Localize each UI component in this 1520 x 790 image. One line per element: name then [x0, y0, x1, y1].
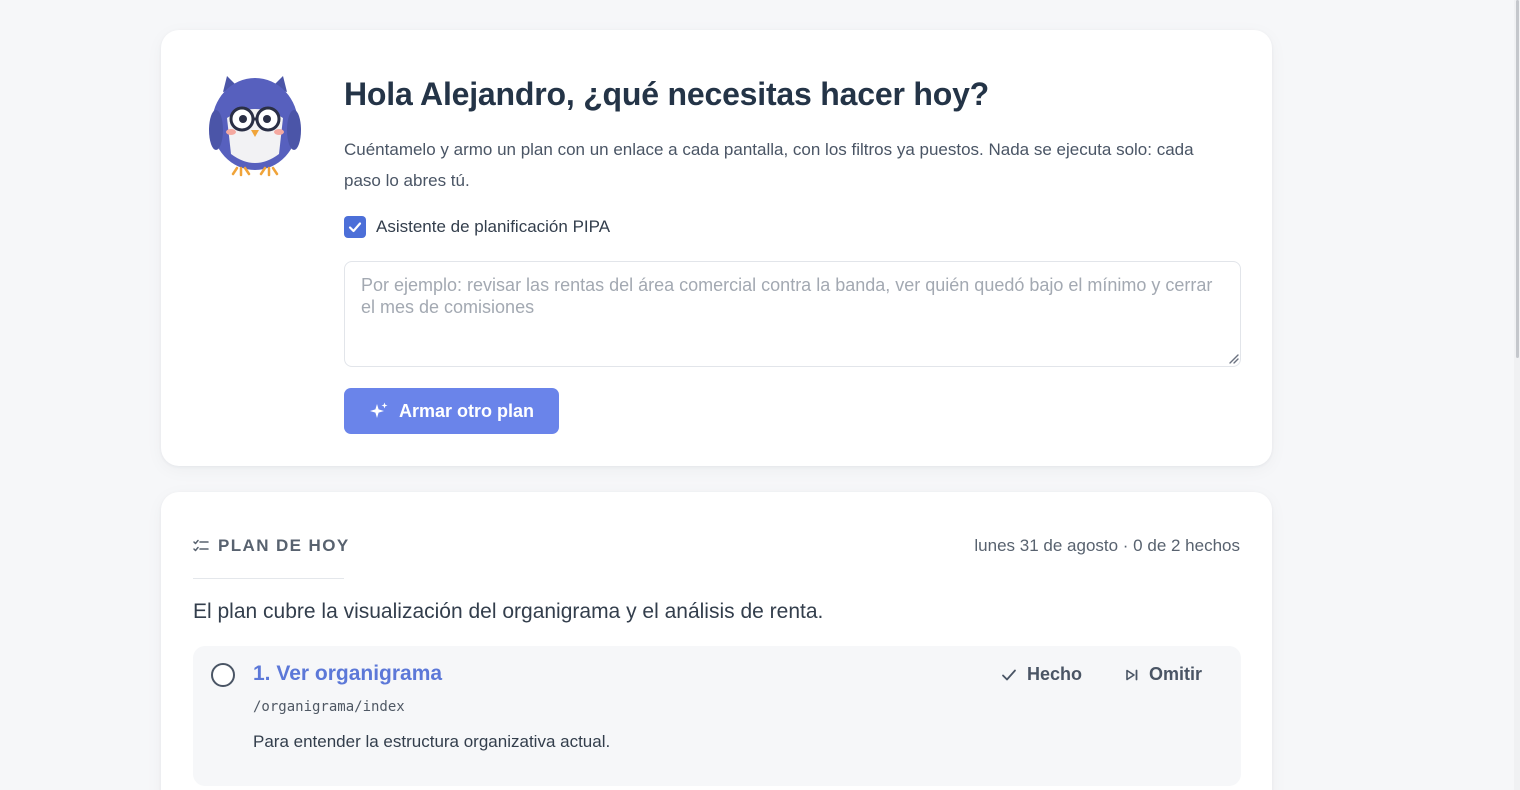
skip-step-button[interactable]: Omitir — [1125, 664, 1202, 685]
planner-card: Hola Alejandro, ¿qué necesitas hacer hoy… — [161, 30, 1272, 466]
greeting-description: Cuéntamelo y armo un plan con un enlace … — [344, 140, 1194, 190]
skip-forward-icon — [1126, 669, 1138, 680]
plan-title-divider — [193, 578, 344, 579]
checklist-icon — [193, 539, 209, 552]
resize-grip-icon[interactable] — [1227, 352, 1239, 364]
step-description: Para entender la estructura organizativa… — [253, 732, 611, 751]
checkmark-icon — [348, 222, 362, 233]
plan-step: 1. Ver organigrama /organigrama/index Pa… — [193, 646, 1241, 786]
plan-card: PLAN DE HOY lunes 31 de agosto · 0 de 2 … — [161, 492, 1272, 790]
mark-done-label: Hecho — [1027, 664, 1083, 684]
assistant-label: Asistente de planificación PIPA — [376, 217, 611, 236]
scrollbar-thumb[interactable] — [1516, 0, 1519, 358]
build-plan-button[interactable]: Armar otro plan — [344, 388, 559, 434]
greeting-title: Hola Alejandro, ¿qué necesitas hacer hoy… — [344, 76, 990, 112]
step-path: /organigrama/index — [253, 699, 405, 715]
plan-header: PLAN DE HOY — [193, 536, 350, 556]
mark-done-button[interactable]: Hecho — [1001, 664, 1082, 685]
plan-summary: El plan cubre la visualización del organ… — [193, 600, 824, 623]
skip-step-label: Omitir — [1149, 664, 1203, 684]
plan-meta: lunes 31 de agosto · 0 de 2 hechos — [974, 536, 1240, 555]
page-scrollbar[interactable] — [1514, 0, 1520, 790]
sparkles-icon — [369, 402, 388, 418]
assistant-toggle[interactable]: Asistente de planificación PIPA — [344, 216, 610, 238]
check-icon — [1002, 669, 1016, 680]
plan-title: PLAN DE HOY — [218, 536, 350, 555]
assistant-checkbox[interactable] — [344, 216, 366, 238]
step-title-link[interactable]: 1. Ver organigrama — [253, 662, 442, 686]
owl-mascot-icon — [209, 76, 301, 177]
plan-prompt-input[interactable] — [344, 261, 1241, 367]
step-status-radio[interactable] — [211, 663, 235, 687]
build-plan-label: Armar otro plan — [398, 400, 535, 421]
page: Hola Alejandro, ¿qué necesitas hacer hoy… — [0, 0, 1520, 790]
